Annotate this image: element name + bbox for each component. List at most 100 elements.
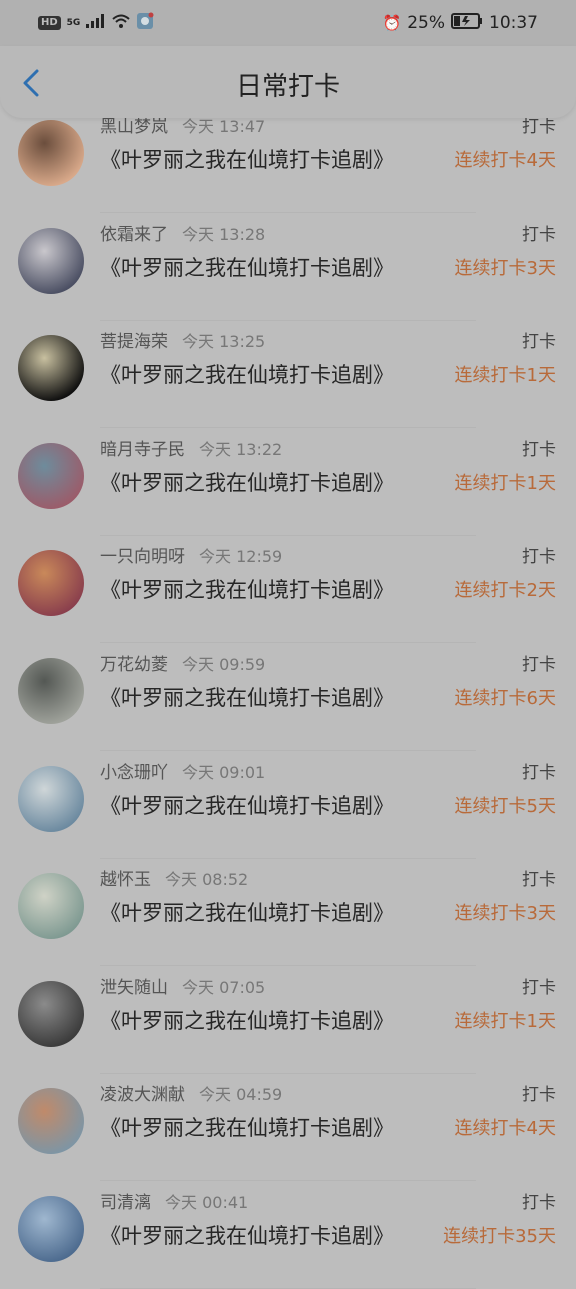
checkin-title[interactable]: 《叶罗丽之我在仙境打卡追剧》 <box>100 790 394 820</box>
list-item[interactable]: 菩提海荣 今天 13:25 《叶罗丽之我在仙境打卡追剧》 打卡连续打卡1天 <box>0 321 576 429</box>
user-name[interactable]: 小念珊吖 今天 09:01 <box>100 758 265 783</box>
clock: 10:37 <box>489 13 538 33</box>
checkin-title[interactable]: 《叶罗丽之我在仙境打卡追剧》 <box>100 1112 394 1142</box>
list-item[interactable]: 依霜来了 今天 13:28 《叶罗丽之我在仙境打卡追剧》 打卡连续打卡3天 <box>0 214 576 321</box>
checkin-label: 打卡 <box>522 547 556 568</box>
page-title: 日常打卡 <box>235 72 340 102</box>
streak-badge: 连续打卡1天 <box>454 1010 556 1032</box>
hd-icon: HD <box>38 16 61 30</box>
checkin-title[interactable]: 《叶罗丽之我在仙境打卡追剧》 <box>100 359 394 389</box>
checkin-label: 打卡 <box>522 1085 556 1106</box>
checkin-label: 打卡 <box>522 870 556 891</box>
checkin-title[interactable]: 《叶罗丽之我在仙境打卡追剧》 <box>100 144 394 174</box>
user-name[interactable]: 越怀玉 今天 08:52 <box>100 865 248 890</box>
checkin-title[interactable]: 《叶罗丽之我在仙境打卡追剧》 <box>100 467 394 497</box>
user-name[interactable]: 依霜来了 今天 13:28 <box>100 220 265 245</box>
checkin-label: 打卡 <box>522 439 556 460</box>
status-bar-left: HD 5G <box>38 12 154 35</box>
network-5g-icon: 5G <box>66 17 81 28</box>
user-name[interactable]: 泄矢随山 今天 07:05 <box>100 973 265 998</box>
user-name[interactable]: 菩提海荣 今天 13:25 <box>100 327 265 352</box>
post-time: 今天 00:41 <box>165 1193 249 1212</box>
post-time: 今天 09:59 <box>182 655 266 674</box>
streak-badge: 连续打卡2天 <box>454 580 556 602</box>
checkin-label: 打卡 <box>522 332 556 353</box>
avatar[interactable] <box>18 227 84 294</box>
post-time: 今天 13:25 <box>182 332 266 352</box>
avatar[interactable] <box>18 658 84 724</box>
streak-badge: 连续打卡1天 <box>454 365 556 387</box>
post-time: 今天 13:28 <box>182 224 266 244</box>
checkin-label: 打卡 <box>522 762 556 783</box>
avatar[interactable] <box>18 980 84 1047</box>
list-item[interactable]: 越怀玉 今天 08:52 《叶罗丽之我在仙境打卡追剧》 打卡连续打卡3天 <box>0 859 576 967</box>
streak-badge: 连续打卡6天 <box>454 688 556 709</box>
streak-badge: 连续打卡3天 <box>454 257 556 279</box>
streak-badge: 连续打卡3天 <box>454 903 556 925</box>
user-name[interactable]: 凌波大渊献 今天 04:59 <box>100 1080 282 1105</box>
app-notification-icon <box>136 12 154 35</box>
avatar[interactable] <box>18 442 84 509</box>
user-name-text[interactable]: 凌波大渊献 <box>100 1085 185 1105</box>
checkin-title[interactable]: 《叶罗丽之我在仙境打卡追剧》 <box>100 1220 394 1250</box>
post-time: 今天 08:52 <box>165 870 249 890</box>
checkin-label: 打卡 <box>522 224 556 245</box>
user-name-text[interactable]: 黑山梦岚 <box>100 117 168 137</box>
avatar[interactable] <box>18 1088 84 1155</box>
checkin-label: 打卡 <box>522 977 556 998</box>
list-item[interactable]: 小念珊吖 今天 09:01 《叶罗丽之我在仙境打卡追剧》 打卡连续打卡5天 <box>0 752 576 859</box>
avatar[interactable] <box>18 1196 84 1262</box>
post-time: 今天 13:47 <box>182 117 266 136</box>
battery-percent: 25% <box>407 13 445 33</box>
user-name[interactable]: 万花幼菱 今天 09:59 <box>100 650 265 675</box>
user-name-text[interactable]: 菩提海荣 <box>100 332 168 352</box>
alarm-icon: ⏰ <box>382 14 402 32</box>
streak-badge: 连续打卡4天 <box>454 150 556 171</box>
user-name-text[interactable]: 万花幼菱 <box>100 655 168 675</box>
status-bar-right: ⏰ 25% 10:37 <box>382 12 538 34</box>
avatar[interactable] <box>18 120 84 186</box>
battery-icon <box>451 12 483 34</box>
list-item[interactable]: 凌波大渊献 今天 04:59 《叶罗丽之我在仙境打卡追剧》 打卡连续打卡4天 <box>0 1074 576 1182</box>
wifi-icon <box>112 13 130 33</box>
user-name[interactable]: 司清漓 今天 00:41 <box>100 1188 248 1213</box>
post-time: 今天 04:59 <box>199 1085 283 1105</box>
checkin-title[interactable]: 《叶罗丽之我在仙境打卡追剧》 <box>100 682 394 712</box>
list-item[interactable]: 黑山梦岚 今天 13:47 《叶罗丽之我在仙境打卡追剧》 打卡 连续打卡4天 <box>0 106 576 213</box>
user-name-text[interactable]: 依霜来了 <box>100 225 168 245</box>
user-name-text[interactable]: 泄矢随山 <box>100 978 168 998</box>
streak-badge: 连续打卡4天 <box>454 1118 556 1140</box>
user-name-text[interactable]: 一只向明呀 <box>100 547 185 567</box>
avatar[interactable] <box>18 550 84 617</box>
post-time: 今天 07:05 <box>182 977 266 997</box>
post-time: 今天 12:59 <box>199 547 283 567</box>
checkin-title[interactable]: 《叶罗丽之我在仙境打卡追剧》 <box>100 574 394 604</box>
checkin-label: 打卡 <box>522 1193 556 1213</box>
list-item[interactable]: 暗月寺子民 今天 13:22 《叶罗丽之我在仙境打卡追剧》 打卡连续打卡1天 <box>0 429 576 536</box>
streak-badge: 连续打卡5天 <box>454 795 556 817</box>
user-name[interactable]: 一只向明呀 今天 12:59 <box>100 542 282 567</box>
avatar[interactable] <box>18 765 84 832</box>
list-item[interactable]: 司清漓 今天 00:41 《叶罗丽之我在仙境打卡追剧》 打卡连续打卡35天 <box>0 1182 576 1289</box>
checkin-title[interactable]: 《叶罗丽之我在仙境打卡追剧》 <box>100 252 394 282</box>
status-bar: HD 5G ⏰ 25% 10:37 <box>0 0 576 46</box>
signal-bars-icon <box>86 13 106 33</box>
avatar[interactable] <box>18 873 84 940</box>
user-name-text[interactable]: 小念珊吖 <box>100 763 168 783</box>
post-time: 今天 09:01 <box>182 762 266 782</box>
streak-badge: 连续打卡1天 <box>454 472 556 494</box>
app-header: 日常打卡 <box>0 46 576 118</box>
avatar[interactable] <box>18 335 84 402</box>
streak-badge: 连续打卡35天 <box>443 1226 556 1247</box>
user-name-text[interactable]: 越怀玉 <box>100 870 151 890</box>
list-item[interactable]: 万花幼菱 今天 09:59 《叶罗丽之我在仙境打卡追剧》 打卡连续打卡6天 <box>0 644 576 751</box>
checkin-label: 打卡 <box>522 655 556 675</box>
user-name-text[interactable]: 司清漓 <box>100 1193 151 1213</box>
checkin-title[interactable]: 《叶罗丽之我在仙境打卡追剧》 <box>100 1005 394 1035</box>
list-item[interactable]: 泄矢随山 今天 07:05 《叶罗丽之我在仙境打卡追剧》 打卡连续打卡1天 <box>0 967 576 1074</box>
user-name-text[interactable]: 暗月寺子民 <box>100 440 185 460</box>
user-name[interactable]: 暗月寺子民 今天 13:22 <box>100 435 282 460</box>
checkin-title[interactable]: 《叶罗丽之我在仙境打卡追剧》 <box>100 897 394 927</box>
post-time: 今天 13:22 <box>199 439 283 459</box>
list-item[interactable]: 一只向明呀 今天 12:59 《叶罗丽之我在仙境打卡追剧》 打卡连续打卡2天 <box>0 536 576 644</box>
